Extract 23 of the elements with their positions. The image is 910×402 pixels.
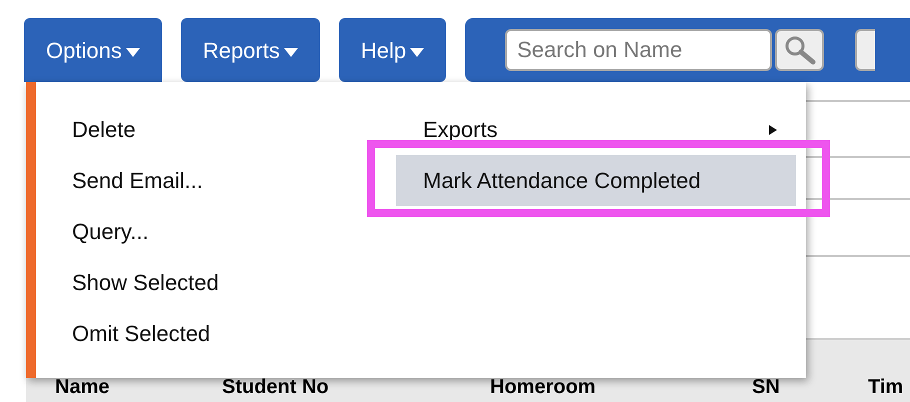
menu-item[interactable]: Delete bbox=[72, 104, 352, 155]
menu-item[interactable]: Send Email... bbox=[72, 155, 352, 206]
submenu-arrow-icon bbox=[769, 124, 777, 134]
menu-item[interactable]: Mark Attendance Completed bbox=[396, 155, 796, 206]
menu-item[interactable]: Exports bbox=[396, 104, 796, 155]
column-header[interactable]: SN bbox=[752, 376, 868, 398]
menu-button[interactable]: Options bbox=[24, 18, 162, 82]
caret-icon bbox=[126, 48, 140, 56]
column-header[interactable]: Student No bbox=[222, 376, 490, 398]
toolbar-button[interactable] bbox=[855, 29, 876, 71]
column-header[interactable]: Tim bbox=[868, 376, 910, 398]
menu-button[interactable]: Help bbox=[338, 18, 446, 82]
menu-item[interactable]: Query... bbox=[72, 206, 352, 257]
menu-item[interactable]: Omit Selected bbox=[72, 308, 352, 359]
caret-icon bbox=[410, 48, 424, 56]
search-button[interactable] bbox=[775, 29, 824, 71]
caret-icon bbox=[284, 48, 298, 56]
column-header[interactable]: Name bbox=[55, 376, 222, 398]
search-field[interactable]: Search on Name bbox=[505, 29, 772, 71]
menu-button[interactable]: Reports bbox=[180, 18, 320, 82]
menu-item[interactable]: Show Selected bbox=[72, 257, 352, 308]
search-icon bbox=[782, 35, 817, 65]
column-header[interactable]: Homeroom bbox=[490, 376, 752, 398]
